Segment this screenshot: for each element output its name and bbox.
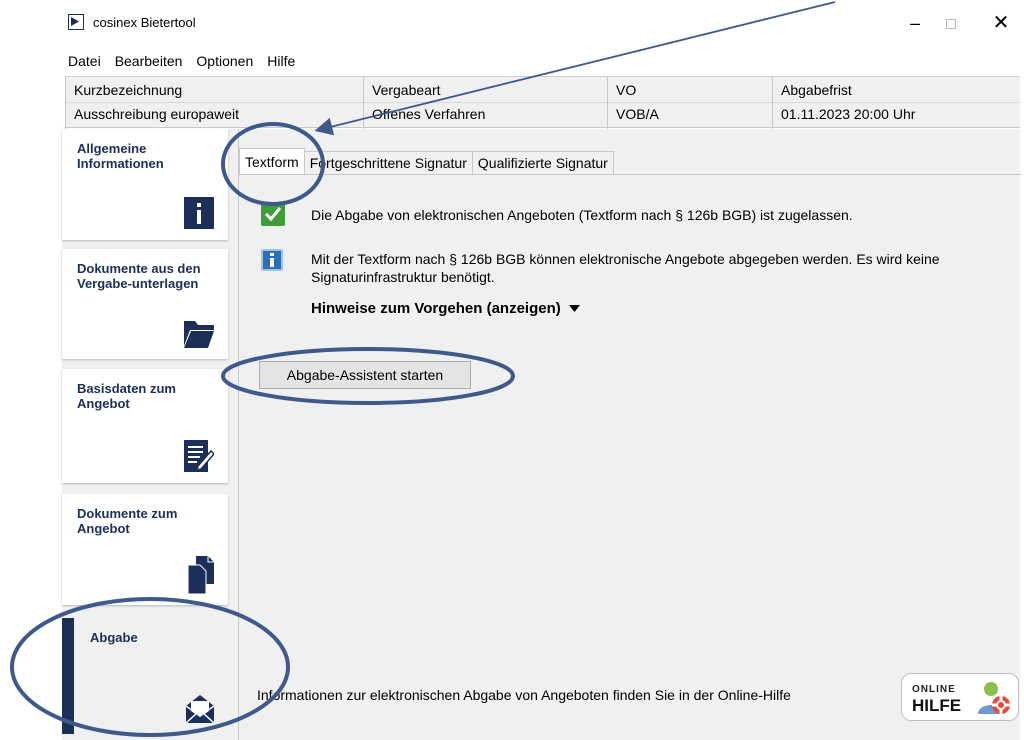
sidebar-item-label: Dokumente aus den Vergabe-unterlagen <box>77 261 201 291</box>
hint-toggle[interactable]: Hinweise zum Vorgehen (anzeigen) <box>311 300 580 317</box>
caret-down-icon <box>568 300 580 317</box>
menu-bar: Datei Bearbeiten Optionen Hilfe <box>60 50 1024 72</box>
documents-icon <box>187 556 214 597</box>
sidebar-item-allgemeine-informationen[interactable]: Allgemeine Informationen <box>62 129 228 240</box>
edit-document-icon <box>184 440 216 475</box>
info-label: Kurzbezeichnung <box>74 82 183 98</box>
info-col-vergabeart: Vergabeart Offenes Verfahren <box>363 77 607 129</box>
maximize-icon <box>946 19 956 30</box>
support-person-icon <box>976 680 1012 719</box>
content-panel: Textform Fortgeschrittene Signatur Quali… <box>238 129 1021 740</box>
folder-icon <box>184 318 214 351</box>
sidebar: Allgemeine Informationen Dokumente aus d… <box>62 129 238 740</box>
menu-bearbeiten[interactable]: Bearbeiten <box>107 50 189 72</box>
tender-info-header: Kurzbezeichnung Ausschreibung europaweit… <box>65 76 1020 129</box>
sidebar-item-label: Basisdaten zum Angebot <box>77 381 176 411</box>
sidebar-item-label: Dokumente zum Angebot <box>77 506 178 536</box>
info-value: Offenes Verfahren <box>372 106 486 122</box>
menu-optionen[interactable]: Optionen <box>188 50 259 72</box>
sidebar-item-label: Allgemeine Informationen <box>77 141 164 171</box>
info-value: 01.11.2023 20:00 Uhr <box>781 106 916 122</box>
info-label: Vergabeart <box>372 82 441 98</box>
info-value: VOB/A <box>616 106 659 122</box>
online-help-small-label: ONLINE <box>912 684 956 695</box>
tab-divider <box>239 174 1021 175</box>
info-icon <box>184 197 214 232</box>
minimize-button[interactable]: – <box>900 8 930 38</box>
envelope-icon <box>185 695 215 726</box>
start-assistant-button[interactable]: Abgabe-Assistent starten <box>259 361 471 389</box>
info-col-abgabefrist: Abgabefrist 01.11.2023 20:00 Uhr <box>772 77 1020 129</box>
tab-fortgeschrittene-signatur[interactable]: Fortgeschrittene Signatur <box>303 151 473 174</box>
maximize-button[interactable] <box>936 8 966 38</box>
hint-label: Hinweise zum Vorgehen (anzeigen) <box>311 300 561 317</box>
status-text: Die Abgabe von elektronischen Angeboten … <box>311 207 853 223</box>
menu-datei[interactable]: Datei <box>60 50 107 72</box>
sidebar-item-dokumente-zum-angebot[interactable]: Dokumente zum Angebot <box>62 494 228 605</box>
window-title: cosinex Bietertool <box>93 15 196 30</box>
close-button[interactable]: ✕ <box>986 8 1016 38</box>
check-icon <box>261 202 285 226</box>
footer-info-text: Informationen zur elektronischen Abgabe … <box>257 687 791 703</box>
info-icon <box>261 249 283 271</box>
online-help-button[interactable]: ONLINE HILFE <box>901 673 1019 721</box>
app-logo-icon <box>68 14 84 30</box>
online-help-big-label: HILFE <box>912 696 962 715</box>
sidebar-item-basisdaten[interactable]: Basisdaten zum Angebot <box>62 369 228 483</box>
info-label: Abgabefrist <box>781 82 852 98</box>
sidebar-item-label: Abgabe <box>90 630 138 645</box>
info-col-kurzbezeichnung: Kurzbezeichnung Ausschreibung europaweit <box>65 77 363 129</box>
info-col-vo: VO VOB/A <box>607 77 772 129</box>
sidebar-item-vergabeunterlagen[interactable]: Dokumente aus den Vergabe-unterlagen <box>62 249 228 359</box>
tab-textform[interactable]: Textform <box>239 148 305 174</box>
info-value: Ausschreibung europaweit <box>74 106 239 122</box>
menu-hilfe[interactable]: Hilfe <box>259 50 301 72</box>
title-bar: cosinex Bietertool – ✕ <box>60 8 1024 44</box>
tab-qualifizierte-signatur[interactable]: Qualifizierte Signatur <box>471 151 614 174</box>
signature-tabs: Textform Fortgeschrittene Signatur Quali… <box>239 148 614 175</box>
info-text: Mit der Textform nach § 126b BGB können … <box>311 251 940 285</box>
info-label: VO <box>616 82 637 98</box>
sidebar-item-abgabe[interactable]: Abgabe <box>62 618 228 734</box>
